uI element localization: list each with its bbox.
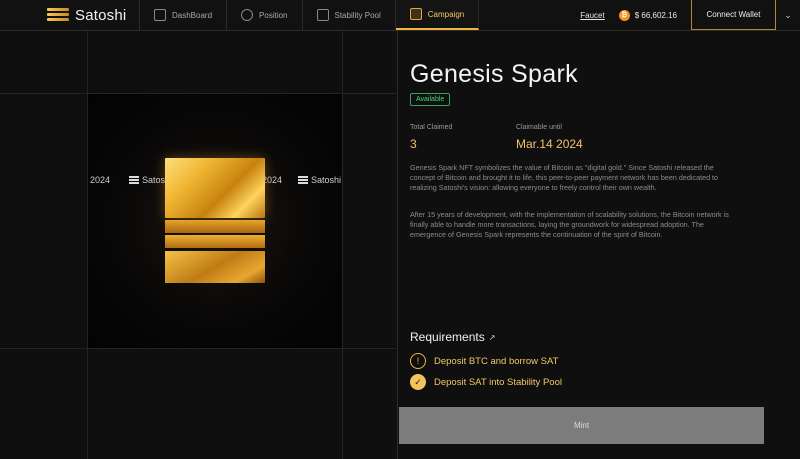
requirements-heading[interactable]: Requirements ↗ [410, 330, 495, 344]
tab-position[interactable]: Position [227, 0, 303, 30]
top-nav: Satoshi DashBoard Position Stability Poo… [0, 0, 800, 31]
total-claimed-label: Total Claimed [410, 124, 453, 131]
stability-pool-icon [316, 9, 329, 21]
description-paragraph-2: After 15 years of development, with the … [410, 210, 729, 239]
faucet-link[interactable]: Faucet [566, 0, 618, 30]
campaign-icon [409, 8, 422, 20]
status-badge: Available [410, 93, 451, 106]
gold-bar-stack [165, 158, 265, 283]
satoshi-logo-icon [129, 176, 139, 184]
gold-bar-middle-lower [165, 235, 265, 248]
marquee-brand-right-wrap: Satoshi [298, 175, 341, 185]
tab-dashboard[interactable]: DashBoard [140, 0, 228, 30]
check-icon: ✓ [410, 374, 426, 390]
position-icon [241, 9, 254, 21]
satoshi-logo-icon [298, 176, 308, 184]
tab-stability-pool[interactable]: Stability Pool [303, 0, 396, 30]
description-paragraph-1: Genesis Spark NFT symbolizes the value o… [410, 163, 719, 192]
campaign-detail-panel: Genesis Spark Available Total Claimed 3 … [399, 31, 800, 459]
marquee-year-left: 2024 [90, 175, 111, 185]
page-title: Genesis Spark [410, 60, 578, 88]
warning-icon: ! [410, 353, 426, 369]
gold-bar-bottom [165, 251, 265, 283]
btc-price: ₿ $ 66,602.16 [618, 0, 691, 30]
requirement-item: ! Deposit BTC and borrow SAT [410, 353, 558, 369]
requirement-label: Deposit SAT into Stability Pool [434, 376, 562, 388]
claimable-until-value: Mar.14 2024 [516, 137, 583, 151]
marquee-year-right: 2024 [262, 175, 283, 185]
gold-bar-middle [165, 220, 265, 233]
grid-line [0, 348, 398, 349]
requirement-item: ✓ Deposit SAT into Stability Pool [410, 374, 562, 390]
connect-wallet-button[interactable]: Connect Wallet [691, 0, 776, 30]
requirements-title: Requirements [410, 330, 485, 344]
tab-position-label: Position [259, 10, 288, 20]
claimable-until-label: Claimable until [516, 124, 562, 131]
dashboard-icon [154, 9, 166, 21]
chevron-down-icon[interactable]: ⌄ [776, 0, 800, 30]
satoshi-logo-icon [47, 7, 69, 23]
total-claimed-value: 3 [410, 137, 417, 151]
tab-campaign-label: Campaign [427, 9, 465, 19]
bitcoin-icon: ₿ [618, 9, 630, 21]
requirement-label: Deposit BTC and borrow SAT [434, 355, 559, 367]
nft-art-panel: 2024 Satoshi 2024 Satoshi [0, 31, 398, 459]
brand-name: Satoshi [75, 6, 127, 24]
mint-button[interactable]: Mint [399, 407, 764, 444]
brand[interactable]: Satoshi [0, 0, 140, 30]
tab-stability-pool-label: Stability Pool [334, 10, 381, 20]
marquee-brand-right: Satoshi [311, 175, 342, 185]
external-link-icon: ↗ [488, 332, 496, 342]
tab-dashboard-label: DashBoard [172, 10, 213, 20]
tab-campaign[interactable]: Campaign [395, 0, 480, 30]
grid-line [342, 31, 343, 459]
btc-price-value: $ 66,602.16 [634, 10, 677, 20]
gold-bar-top [165, 158, 265, 218]
